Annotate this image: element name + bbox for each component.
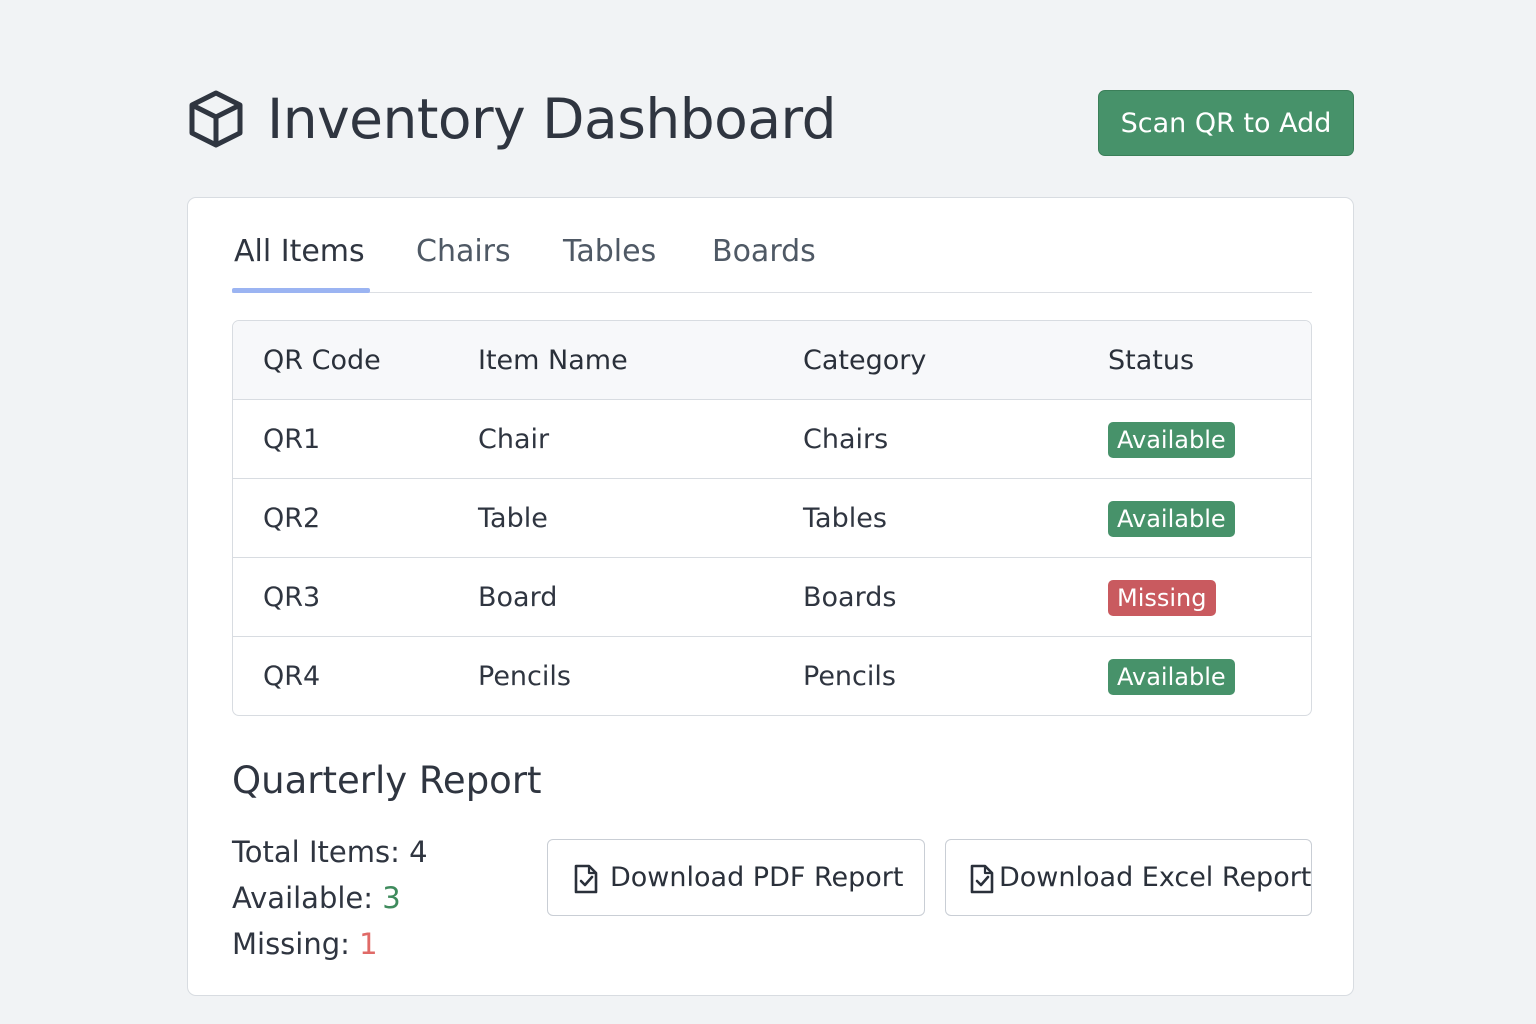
table-row[interactable]: QR4 Pencils Pencils Available	[233, 637, 1311, 715]
table-row[interactable]: QR3 Board Boards Missing	[233, 558, 1311, 637]
stat-label: Available:	[232, 881, 383, 915]
column-header-qr-code[interactable]: QR Code	[263, 321, 381, 400]
status-badge: Available	[1108, 501, 1235, 537]
status-badge: Missing	[1108, 580, 1216, 616]
qr-code-cell: QR1	[263, 424, 321, 455]
column-header-status[interactable]: Status	[1108, 321, 1194, 400]
table-row[interactable]: QR1 Chair Chairs Available	[233, 400, 1311, 479]
category-tabs: All Items Chairs Tables Boards	[232, 228, 1312, 293]
status-badge: Available	[1108, 659, 1235, 695]
table-header: QR Code Item Name Category Status	[233, 321, 1311, 400]
table-row[interactable]: QR2 Table Tables Available	[233, 479, 1311, 558]
document-check-icon	[970, 864, 994, 894]
missing-value: 1	[359, 927, 378, 961]
total-items-value: 4	[409, 835, 428, 869]
scan-qr-button[interactable]: Scan QR to Add	[1098, 90, 1354, 156]
tab-label: Boards	[712, 234, 816, 269]
tab-label: Chairs	[416, 234, 511, 269]
missing-stat: Missing: 1	[232, 922, 428, 968]
active-tab-indicator	[232, 288, 370, 293]
tab-boards[interactable]: Boards	[712, 228, 816, 291]
inventory-card: All Items Chairs Tables Boards QR Code I…	[187, 197, 1354, 996]
total-items-stat: Total Items: 4	[232, 830, 428, 876]
item-name-cell: Pencils	[478, 661, 571, 692]
column-header-item-name[interactable]: Item Name	[478, 321, 628, 400]
tab-chairs[interactable]: Chairs	[416, 228, 511, 291]
report-stats: Total Items: 4 Available: 3 Missing: 1	[232, 830, 428, 968]
stat-label: Missing:	[232, 927, 360, 961]
column-header-category[interactable]: Category	[803, 321, 926, 400]
item-name-cell: Table	[478, 503, 548, 534]
available-stat: Available: 3	[232, 876, 428, 922]
status-badge: Available	[1108, 422, 1235, 458]
stat-label: Total Items:	[232, 835, 410, 869]
category-cell: Boards	[803, 582, 897, 613]
download-pdf-label: Download PDF Report	[610, 862, 904, 893]
tab-label: Tables	[563, 234, 657, 269]
qr-code-cell: QR2	[263, 503, 321, 534]
page-header: Inventory Dashboard Scan QR to Add	[187, 86, 1354, 158]
download-excel-label: Download Excel Report	[999, 862, 1312, 893]
category-cell: Chairs	[803, 424, 889, 455]
qr-code-cell: QR4	[263, 661, 321, 692]
qr-code-cell: QR3	[263, 582, 321, 613]
tab-all-items[interactable]: All Items	[234, 228, 365, 291]
item-name-cell: Board	[478, 582, 558, 613]
report-title: Quarterly Report	[232, 759, 542, 802]
available-value: 3	[382, 881, 401, 915]
download-pdf-button[interactable]: Download PDF Report	[547, 839, 925, 916]
download-excel-button[interactable]: Download Excel Report	[945, 839, 1312, 916]
document-check-icon	[574, 864, 598, 894]
tab-tables[interactable]: Tables	[563, 228, 656, 291]
category-cell: Pencils	[803, 661, 896, 692]
page-title: Inventory Dashboard	[267, 87, 837, 151]
cube-icon	[189, 90, 243, 148]
inventory-table: QR Code Item Name Category Status QR1 Ch…	[232, 320, 1312, 716]
category-cell: Tables	[803, 503, 887, 534]
item-name-cell: Chair	[478, 424, 550, 455]
tab-label: All Items	[234, 234, 365, 269]
